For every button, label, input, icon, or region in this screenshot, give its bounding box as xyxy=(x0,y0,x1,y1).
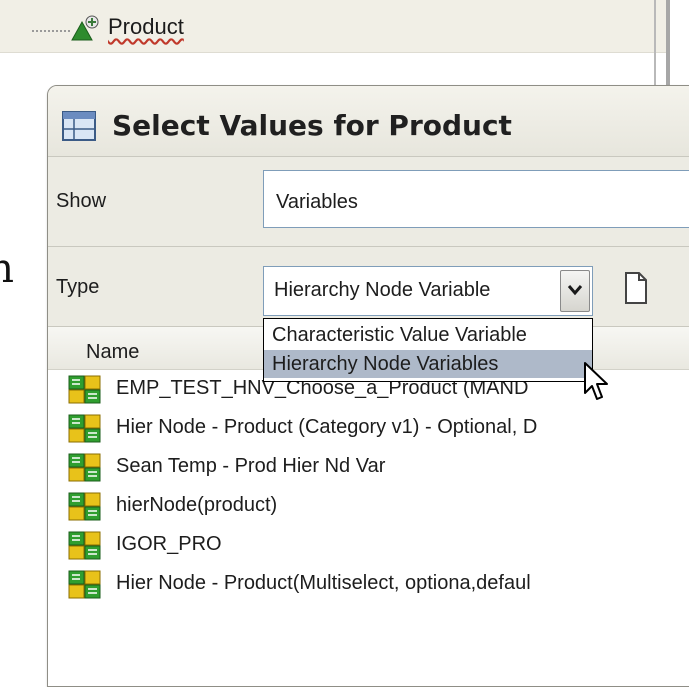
variable-icon xyxy=(68,531,101,560)
type-label: Type xyxy=(56,276,100,298)
type-option-characteristic[interactable]: Characteristic Value Variable xyxy=(264,321,592,349)
type-option-hierarchy-node[interactable]: Hierarchy Node Variables xyxy=(264,350,592,378)
name-column-header: Name xyxy=(86,341,140,363)
variable-name: Hier Node - Product(Multiselect, optiona… xyxy=(116,572,531,594)
variable-icon xyxy=(68,453,101,482)
dialog-title: Select Values for Product xyxy=(112,109,512,142)
list-item[interactable]: IGOR_PRO xyxy=(68,529,689,563)
variable-icon xyxy=(68,570,101,599)
select-values-dialog: Select Values for Product Show Variables… xyxy=(47,85,689,687)
type-row: Type Hierarchy Node Variable xyxy=(48,246,689,326)
mouse-cursor-icon xyxy=(584,362,608,400)
type-select-value: Hierarchy Node Variable xyxy=(274,279,491,301)
tree-connector xyxy=(32,30,70,32)
variable-icon xyxy=(68,492,101,521)
page-icon[interactable] xyxy=(623,270,649,306)
background-text-fragment: n xyxy=(0,246,14,292)
type-select[interactable]: Hierarchy Node Variable xyxy=(263,266,593,316)
list-item[interactable]: Sean Temp - Prod Hier Nd Var xyxy=(68,451,689,485)
show-field[interactable]: Variables xyxy=(263,170,689,228)
variable-name: IGOR_PRO xyxy=(116,533,222,555)
type-dropdown-list: Characteristic Value Variable Hierarchy … xyxy=(263,318,593,382)
show-row: Show Variables xyxy=(48,156,689,246)
variable-name: Sean Temp - Prod Hier Nd Var xyxy=(116,455,386,477)
list-item[interactable]: Hier Node - Product (Category v1) - Opti… xyxy=(68,412,689,446)
variable-icon xyxy=(68,375,101,404)
tree-row: Product xyxy=(0,0,668,53)
variable-icon xyxy=(68,414,101,443)
variable-name: Hier Node - Product (Category v1) - Opti… xyxy=(116,416,538,438)
variable-name: hierNode(product) xyxy=(116,494,278,516)
list-item[interactable]: hierNode(product) xyxy=(68,490,689,524)
type-dropdown-button[interactable] xyxy=(560,270,590,312)
list-item[interactable]: Hier Node - Product(Multiselect, optiona… xyxy=(68,568,689,602)
dialog-title-bar[interactable]: Select Values for Product xyxy=(48,86,689,156)
hierarchy-product-icon xyxy=(71,15,99,41)
table-grid-icon xyxy=(62,111,96,141)
tree-node-product[interactable]: Product xyxy=(108,14,184,40)
show-label: Show xyxy=(56,190,107,212)
chevron-down-icon xyxy=(567,285,583,296)
